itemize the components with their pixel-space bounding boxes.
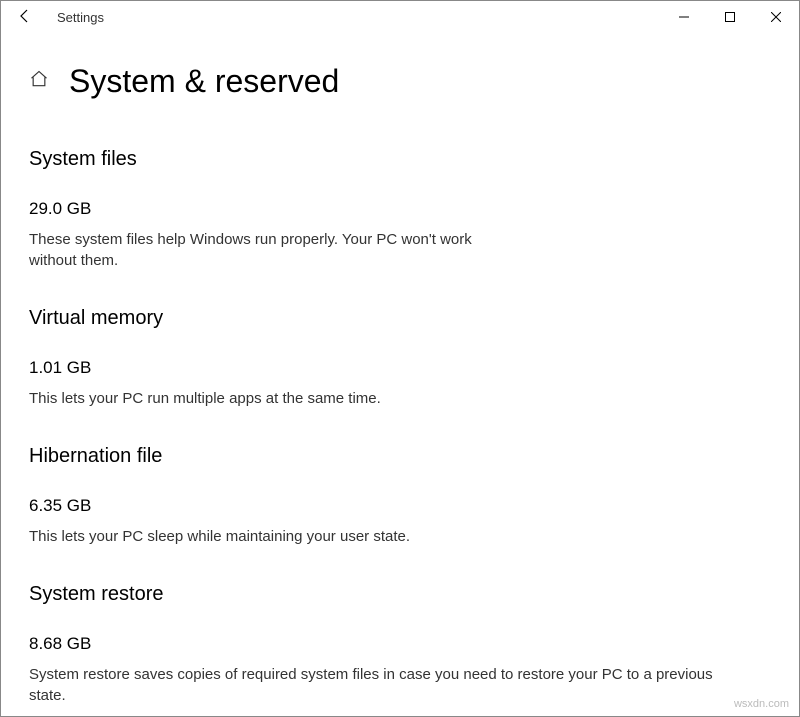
section-heading: System restore [29, 583, 771, 606]
section-value: 6.35 GB [29, 496, 771, 516]
section-description: This lets your PC sleep while maintainin… [29, 526, 729, 547]
section-description: This lets your PC run multiple apps at t… [29, 388, 729, 409]
section-heading: Hibernation file [29, 445, 771, 468]
titlebar: Settings [1, 1, 799, 33]
page-title: System & reserved [69, 63, 339, 100]
page-header: System & reserved [29, 63, 771, 100]
titlebar-left: Settings [9, 4, 104, 31]
app-title: Settings [57, 10, 104, 25]
section-system-files: System files 29.0 GB These system files … [29, 148, 771, 271]
close-button[interactable] [753, 1, 799, 33]
section-heading: Virtual memory [29, 307, 771, 330]
section-description: System restore saves copies of required … [29, 664, 729, 706]
maximize-button[interactable] [707, 1, 753, 33]
section-description: These system files help Windows run prop… [29, 229, 509, 271]
content-area: System & reserved System files 29.0 GB T… [1, 33, 799, 706]
section-value: 29.0 GB [29, 199, 771, 219]
back-button[interactable] [9, 4, 41, 31]
section-value: 1.01 GB [29, 358, 771, 378]
section-heading: System files [29, 148, 771, 171]
section-value: 8.68 GB [29, 634, 771, 654]
section-virtual-memory: Virtual memory 1.01 GB This lets your PC… [29, 307, 771, 409]
home-icon[interactable] [29, 69, 49, 94]
section-hibernation-file: Hibernation file 6.35 GB This lets your … [29, 445, 771, 547]
section-system-restore: System restore 8.68 GB System restore sa… [29, 583, 771, 706]
window-controls [661, 1, 799, 33]
minimize-button[interactable] [661, 1, 707, 33]
watermark: wsxdn.com [734, 698, 789, 710]
